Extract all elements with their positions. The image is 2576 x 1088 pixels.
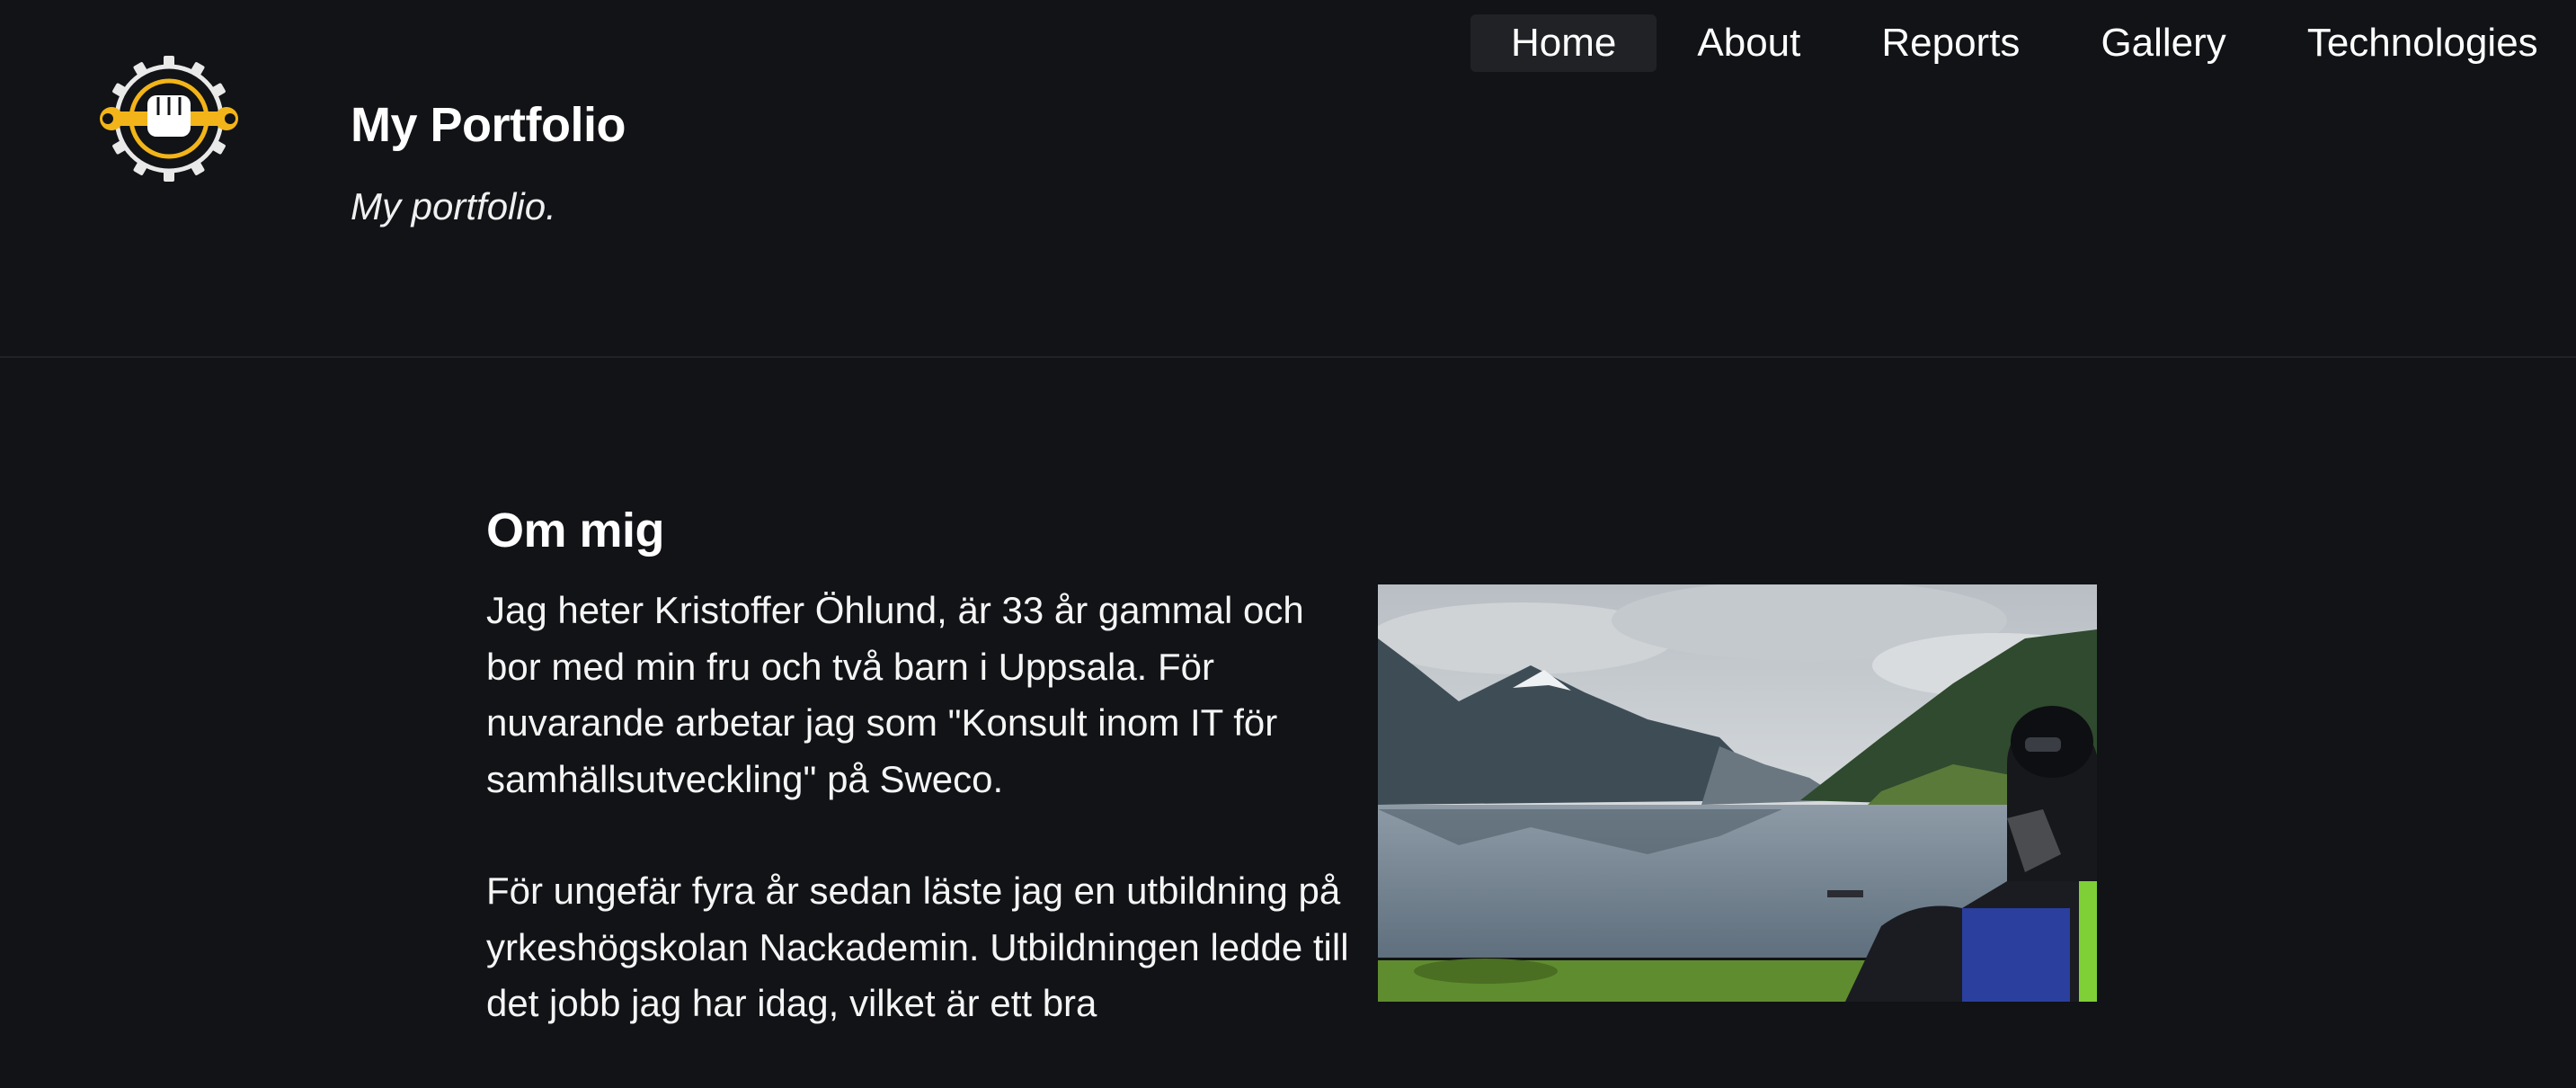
about-section: Om mig Jag heter Kristoffer Öhlund, är 3… — [486, 495, 2097, 1024]
nav-item-home[interactable]: Home — [1470, 14, 1657, 72]
about-text: Jag heter Kristoffer Öhlund, är 33 år ga… — [486, 583, 1367, 1088]
nav-item-about[interactable]: About — [1657, 14, 1841, 72]
nav-item-gallery[interactable]: Gallery — [2060, 14, 2266, 72]
nav-item-technologies[interactable]: Technologies — [2267, 14, 2576, 72]
site-title: My Portfolio — [351, 98, 626, 152]
profile-photo — [1378, 584, 2097, 1002]
about-paragraph: Jag heter Kristoffer Öhlund, är 33 år ga… — [486, 589, 1304, 800]
nav-item-reports[interactable]: Reports — [1841, 14, 2060, 72]
section-heading: Om mig — [486, 504, 665, 557]
site-header: My Portfolio My portfolio. Home About Re… — [0, 0, 2576, 358]
site-logo-icon[interactable] — [95, 50, 243, 187]
site-subtitle: My portfolio. — [351, 185, 556, 227]
about-paragraph: För ungefär fyra år sedan läste jag en u… — [486, 870, 1349, 1024]
main-nav: Home About Reports Gallery Technologies — [1470, 14, 2576, 72]
